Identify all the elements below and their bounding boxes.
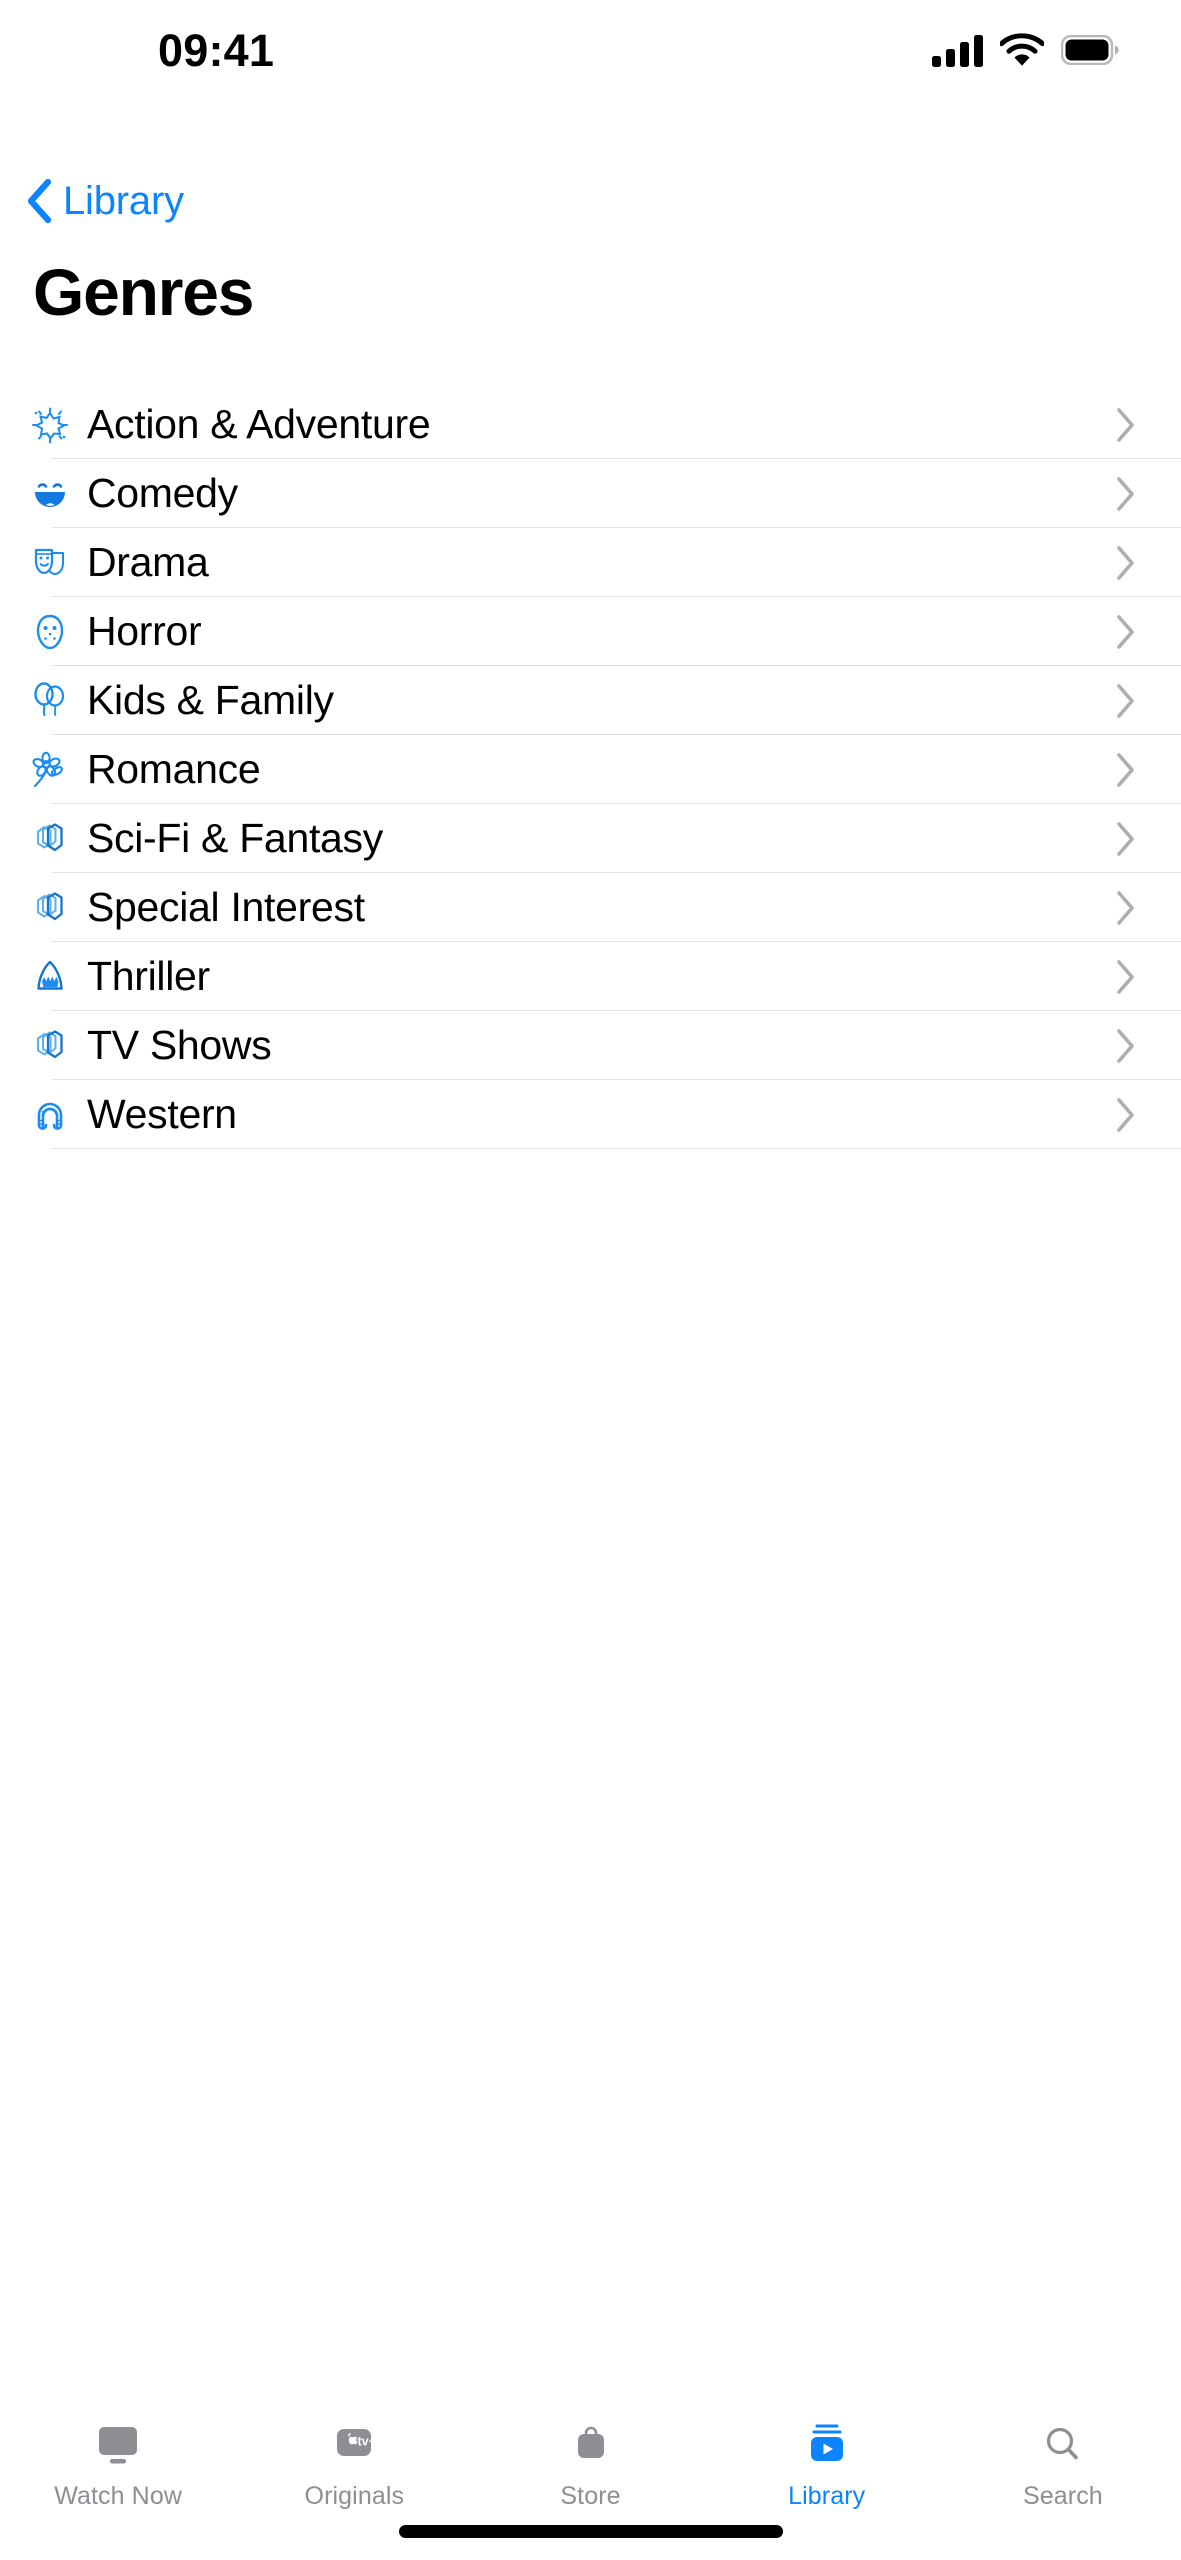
chevron-right-icon [1116, 1097, 1136, 1133]
tab-search[interactable]: Search [945, 2400, 1181, 2509]
list-item-label: Kids & Family [87, 677, 334, 723]
tv-monitor-icon [92, 2418, 144, 2476]
tab-label: Search [1023, 2482, 1103, 2510]
chevron-right-icon [1116, 752, 1136, 788]
wifi-icon [1000, 33, 1044, 67]
list-item-kids-family[interactable]: Kids & Family [0, 666, 1181, 735]
tab-store[interactable]: Store [472, 2400, 708, 2509]
hockey-mask-icon [28, 610, 72, 654]
list-item-sci-fi-fantasy[interactable]: Sci-Fi & Fantasy [0, 804, 1181, 873]
library-play-stack-icon [801, 2418, 853, 2476]
film-stack-icon [28, 1024, 72, 1068]
list-item-special-interest[interactable]: Special Interest [0, 873, 1181, 942]
chevron-right-icon [1116, 890, 1136, 926]
list-item-romance[interactable]: Romance [0, 735, 1181, 804]
film-stack-icon [28, 817, 72, 861]
magnifying-glass-icon [1037, 2418, 1089, 2476]
shark-icon [28, 955, 72, 999]
list-item-western[interactable]: Western [0, 1080, 1181, 1149]
genre-list: Action & Adventure Comedy Drama Horror K… [0, 390, 1181, 1149]
list-item-label: Special Interest [87, 884, 365, 930]
list-item-thriller[interactable]: Thriller [0, 942, 1181, 1011]
chevron-right-icon [1116, 821, 1136, 857]
status-time: 09:41 [158, 24, 275, 76]
flower-icon [28, 748, 72, 792]
list-item-comedy[interactable]: Comedy [0, 459, 1181, 528]
status-bar: 09:41 [0, 0, 1181, 100]
burst-icon [28, 403, 72, 447]
tab-label: Originals [304, 2482, 405, 2510]
tab-watch-now[interactable]: Watch Now [0, 2400, 236, 2509]
list-item-tv-shows[interactable]: TV Shows [0, 1011, 1181, 1080]
home-indicator [398, 2525, 783, 2538]
list-item-label: Comedy [87, 470, 238, 516]
chevron-right-icon [1116, 476, 1136, 512]
tab-label: Library [788, 2482, 866, 2510]
list-item-label: Sci-Fi & Fantasy [87, 815, 383, 861]
tab-label: Watch Now [54, 2482, 182, 2510]
chevron-right-icon [1116, 407, 1136, 443]
signal-bars-icon [932, 33, 983, 67]
back-button-label: Library [63, 179, 184, 223]
status-indicators [932, 33, 1119, 67]
list-item-label: Thriller [87, 953, 210, 999]
list-item-label: Romance [87, 746, 261, 792]
theater-masks-icon [28, 541, 72, 585]
list-item-label: TV Shows [87, 1022, 272, 1068]
list-item-action-adventure[interactable]: Action & Adventure [0, 390, 1181, 459]
chevron-right-icon [1116, 1028, 1136, 1064]
list-item-label: Western [87, 1091, 237, 1137]
balloons-icon [28, 679, 72, 723]
chevron-right-icon [1116, 545, 1136, 581]
tab-label: Store [560, 2482, 621, 2510]
back-button[interactable]: Library [26, 178, 184, 224]
horseshoe-icon [28, 1093, 72, 1137]
chevron-right-icon [1116, 614, 1136, 650]
list-item-label: Horror [87, 608, 202, 654]
list-item-horror[interactable]: Horror [0, 597, 1181, 666]
svg-text:tv+: tv+ [358, 2435, 376, 2449]
apple-tv-plus-icon: tv+ [328, 2418, 380, 2476]
tab-originals[interactable]: tv+ Originals [236, 2400, 472, 2509]
shopping-bag-icon [565, 2418, 617, 2476]
chevron-left-icon [26, 178, 52, 224]
page-title: Genres [33, 255, 254, 329]
tab-library[interactable]: Library [709, 2400, 945, 2509]
chevron-right-icon [1116, 959, 1136, 995]
laughing-face-icon [28, 472, 72, 516]
list-item-label: Action & Adventure [87, 401, 431, 447]
battery-full-icon [1061, 35, 1119, 65]
list-item-drama[interactable]: Drama [0, 528, 1181, 597]
film-stack-icon [28, 886, 72, 930]
list-item-label: Drama [87, 539, 209, 585]
chevron-right-icon [1116, 683, 1136, 719]
